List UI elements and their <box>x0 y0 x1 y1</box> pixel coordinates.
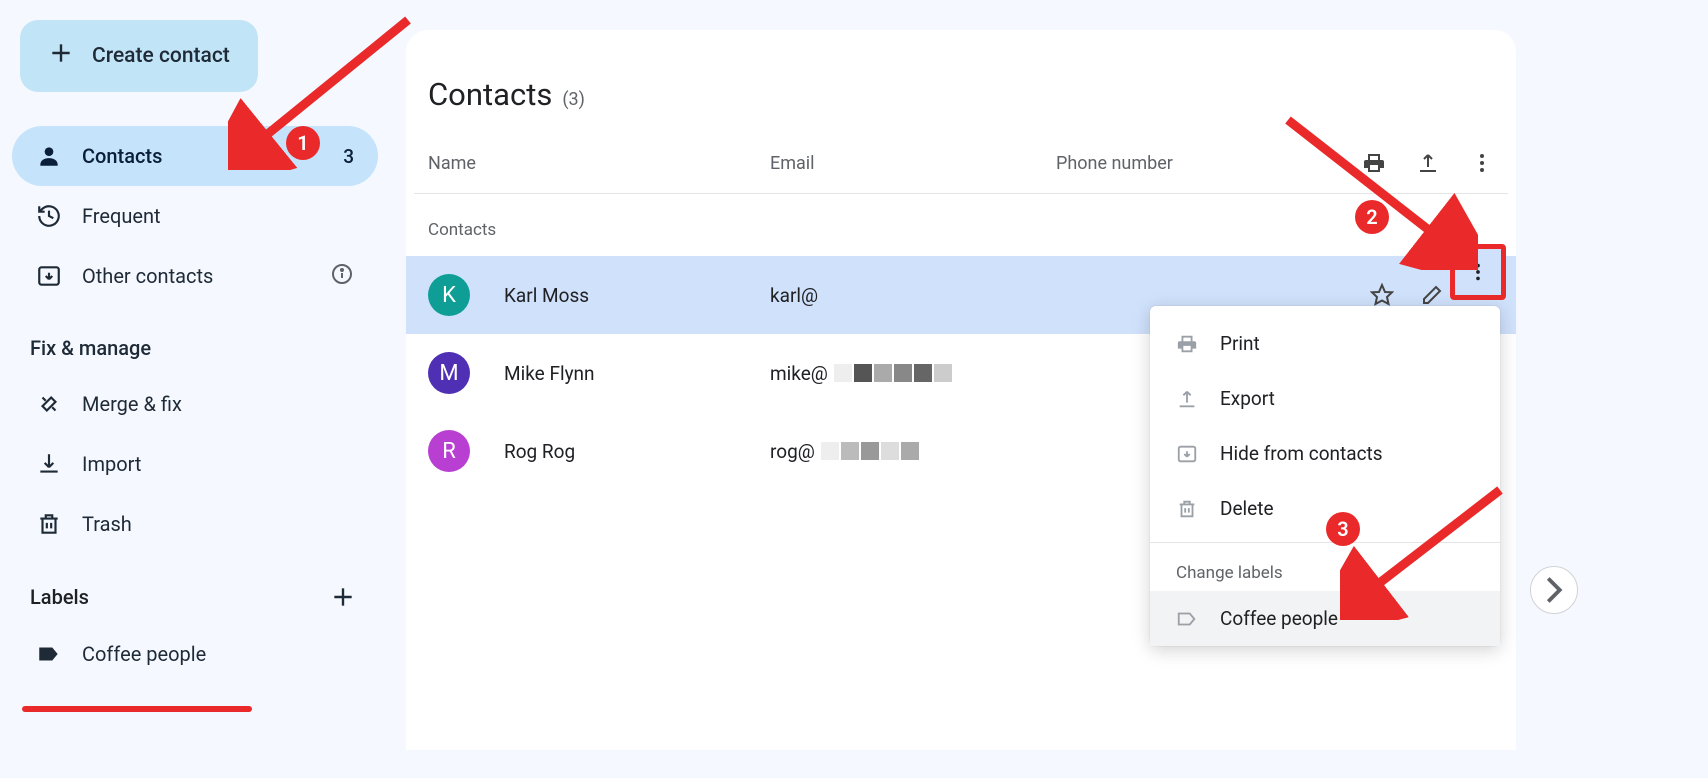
sidebar-item-trash[interactable]: Trash <box>12 494 378 554</box>
contact-email: mike@ <box>770 362 1056 385</box>
menu-item-hide[interactable]: Hide from contacts <box>1150 426 1500 481</box>
column-name: Name <box>428 153 770 174</box>
history-icon <box>36 203 62 229</box>
menu-section-label: Change labels <box>1150 549 1500 591</box>
sidebar-item-label: Frequent <box>82 204 161 228</box>
table-header: Name Email Phone number <box>406 143 1516 183</box>
annotation-underline <box>22 706 252 712</box>
redacted-icon <box>821 442 919 460</box>
sidebar-item-merge-fix[interactable]: Merge & fix <box>12 374 378 434</box>
sidebar-item-label: Other contacts <box>82 264 213 288</box>
menu-item-label: Hide from contacts <box>1220 442 1383 465</box>
create-contact-button[interactable]: Create contact <box>20 20 258 92</box>
export-icon <box>1176 388 1198 410</box>
trash-icon <box>36 511 62 537</box>
info-icon[interactable] <box>330 262 354 291</box>
context-menu: Print Export Hide from contacts Delete C… <box>1150 306 1500 646</box>
menu-item-export[interactable]: Export <box>1150 371 1500 426</box>
side-panel-toggle[interactable] <box>1530 566 1578 614</box>
page-title-count: (3) <box>562 89 585 110</box>
add-label-button[interactable] <box>330 584 356 610</box>
labels-header-text: Labels <box>30 585 89 609</box>
sidebar-label-text: Coffee people <box>82 642 206 666</box>
annotation-badge-3: 3 <box>1326 512 1360 546</box>
contact-name: Mike Flynn <box>504 362 770 385</box>
download-icon <box>36 451 62 477</box>
row-more-button[interactable] <box>1450 244 1506 300</box>
contact-email: karl@ <box>770 284 1056 307</box>
create-contact-label: Create contact <box>92 44 230 68</box>
annotation-badge-1: 1 <box>286 126 320 160</box>
sidebar-item-label: Merge & fix <box>82 392 182 416</box>
header-actions <box>1362 151 1494 175</box>
page-title-text: Contacts <box>428 76 552 113</box>
label-icon <box>36 641 62 667</box>
sidebar-item-count: 3 <box>343 145 354 168</box>
menu-item-label: Export <box>1220 387 1275 410</box>
more-icon[interactable] <box>1470 151 1494 175</box>
sidebar-item-contacts[interactable]: Contacts 3 <box>12 126 378 186</box>
person-icon <box>36 143 62 169</box>
sidebar-item-import[interactable]: Import <box>12 434 378 494</box>
menu-item-label: Delete <box>1220 497 1274 520</box>
archive-icon <box>1176 443 1198 465</box>
avatar: R <box>428 430 470 472</box>
print-icon[interactable] <box>1362 151 1386 175</box>
menu-divider <box>1150 542 1500 543</box>
avatar: K <box>428 274 470 316</box>
sidebar-label-coffee-people[interactable]: Coffee people <box>12 624 378 684</box>
contact-name: Karl Moss <box>504 284 770 307</box>
trash-icon <box>1176 498 1198 520</box>
sidebar-item-label: Trash <box>82 512 132 536</box>
label-outline-icon <box>1176 608 1198 630</box>
edit-icon[interactable] <box>1420 283 1444 307</box>
star-icon[interactable] <box>1370 283 1394 307</box>
contact-name: Rog Rog <box>504 440 770 463</box>
column-phone: Phone number <box>1056 153 1362 174</box>
fix-manage-header: Fix & manage <box>12 306 378 374</box>
sidebar-item-frequent[interactable]: Frequent <box>12 186 378 246</box>
export-icon[interactable] <box>1416 151 1440 175</box>
column-email: Email <box>770 153 1056 174</box>
menu-item-label: Print <box>1220 332 1260 355</box>
sidebar-item-other-contacts[interactable]: Other contacts <box>12 246 378 306</box>
menu-item-label-coffee-people[interactable]: Coffee people <box>1150 591 1500 646</box>
sidebar-item-label: Contacts <box>82 144 162 168</box>
contact-email: rog@ <box>770 440 1056 463</box>
print-icon <box>1176 333 1198 355</box>
sidebar-item-label: Import <box>82 452 141 476</box>
page-title: Contacts (3) <box>406 30 1516 143</box>
annotation-badge-2: 2 <box>1355 200 1389 234</box>
redacted-icon <box>834 364 952 382</box>
avatar: M <box>428 352 470 394</box>
menu-item-delete[interactable]: Delete <box>1150 481 1500 536</box>
labels-header: Labels <box>12 554 378 624</box>
group-label: Contacts <box>406 194 1516 256</box>
menu-item-print[interactable]: Print <box>1150 316 1500 371</box>
archive-down-icon <box>36 263 62 289</box>
sidebar: Create contact Contacts 3 Frequent Other… <box>0 0 390 778</box>
plus-icon <box>48 40 74 72</box>
tools-icon <box>36 391 62 417</box>
menu-item-label: Coffee people <box>1220 607 1338 630</box>
